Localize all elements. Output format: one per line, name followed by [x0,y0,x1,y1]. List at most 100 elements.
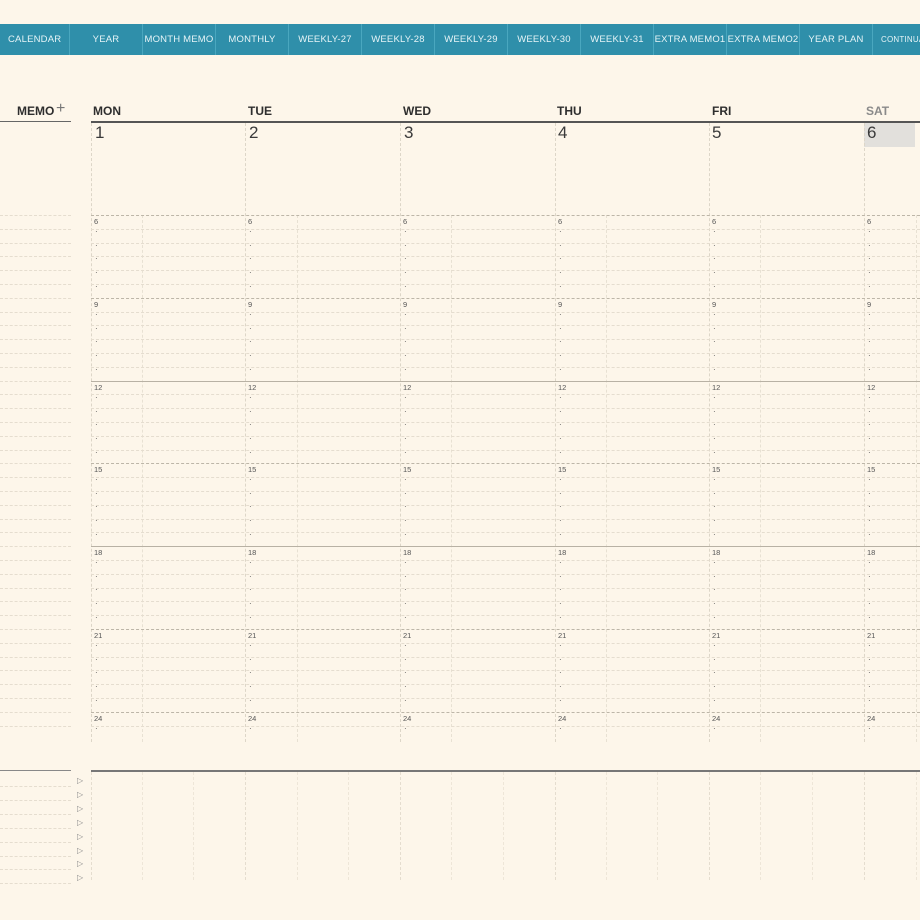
quarter-dot: · [249,585,252,595]
memo-row-line [0,284,71,285]
hour-row-line [91,394,920,395]
quarter-dot: · [404,351,407,361]
quarter-dot: · [95,723,98,733]
quarter-dot: · [95,282,98,291]
quarter-dot: · [713,434,716,444]
hour-label: 18 [94,548,103,557]
hour-label: 18 [248,548,257,557]
quarter-dot: · [559,448,562,457]
quarter-dot: · [249,282,252,291]
bottom-subcolumn-line [503,772,504,880]
hour-column-line [451,215,452,742]
memo-note-line [0,869,71,870]
quarter-dot: · [95,654,98,664]
bottom-subcolumn-line [348,772,349,880]
quarter-dot: · [249,392,252,402]
quarter-dot: · [249,571,252,581]
quarter-dot: · [559,254,562,264]
memo-row-line [0,546,71,547]
day-name-tue: TUE [248,104,272,118]
quarter-dot: · [404,226,407,236]
day-date-tue[interactable]: 2 [249,123,258,143]
quarter-dot: · [559,557,562,567]
hour-row-line [91,546,920,547]
hour-row-line [91,339,920,340]
quarter-dot: · [404,488,407,498]
memo-row-line [0,381,71,382]
quarter-dot: · [95,351,98,361]
memo-row-line [0,394,71,395]
quarter-dot: · [249,723,252,733]
day-date-mon[interactable]: 1 [95,123,104,143]
bottom-subcolumn-line [451,772,452,880]
quarter-dot: · [868,530,871,539]
day-header-line [91,121,920,123]
quarter-dot: · [868,392,871,402]
quarter-dot: · [95,323,98,333]
hour-row-line [91,560,920,561]
memo-row-line [0,519,71,520]
quarter-dot: · [404,365,407,374]
quarter-dot: · [95,434,98,444]
day-date-fri[interactable]: 5 [712,123,721,143]
quarter-dot: · [404,516,407,526]
quarter-dot: · [249,448,252,457]
memo-row-line [0,712,71,713]
day-date-sat[interactable]: 6 [867,123,876,143]
quarter-dot: · [713,351,716,361]
quarter-dot: · [404,530,407,539]
quarter-dot: · [713,474,716,484]
quarter-dot: · [95,516,98,526]
quarter-dot: · [249,488,252,498]
quarter-dot: · [868,309,871,319]
quarter-dot: · [95,240,98,250]
hour-label: 6 [867,217,872,226]
quarter-dot: · [249,668,252,678]
quarter-dot: · [559,420,562,430]
add-memo-icon[interactable]: + [56,100,65,118]
memo-row-line [0,298,71,299]
day-name-wed: WED [403,104,431,118]
day-date-wed[interactable]: 3 [404,123,413,143]
quarter-dot: · [95,392,98,402]
hour-label: 18 [558,548,567,557]
memo-row-line [0,726,71,727]
hour-label: 24 [558,714,567,723]
hour-label: 21 [867,631,876,640]
quarter-dot: · [404,309,407,319]
memo-row-line [0,601,71,602]
quarter-dot: · [95,696,98,705]
quarter-dot: · [559,392,562,402]
quarter-dot: · [249,420,252,430]
memo-note-line [0,828,71,829]
hour-label: 9 [712,300,717,309]
quarter-dot: · [95,530,98,539]
hour-row-line [91,698,920,699]
memo-row-line [0,270,71,271]
quarter-dot: · [404,668,407,678]
hour-label: 24 [867,714,876,723]
hour-row-line [91,325,920,326]
quarter-dot: · [559,723,562,733]
hour-row-line [91,477,920,478]
hour-label: 15 [248,465,257,474]
quarter-dot: · [559,696,562,705]
quarter-dot: · [404,474,407,484]
hour-label: 24 [94,714,103,723]
memo-row-line [0,477,71,478]
memo-row-line [0,615,71,616]
quarter-dot: · [249,309,252,319]
hour-label: 15 [712,465,721,474]
bottom-subcolumn-line [193,772,194,880]
quarter-dot: · [559,640,562,650]
day-name-fri: FRI [712,104,732,118]
hour-label: 12 [558,383,567,392]
memo-row-line [0,629,71,630]
hour-label: 15 [403,465,412,474]
quarter-dot: · [404,434,407,444]
quarter-dot: · [559,474,562,484]
quarter-dot: · [249,365,252,374]
hour-row-line [91,312,920,313]
hour-column-line [760,215,761,742]
day-date-thu[interactable]: 4 [558,123,567,143]
